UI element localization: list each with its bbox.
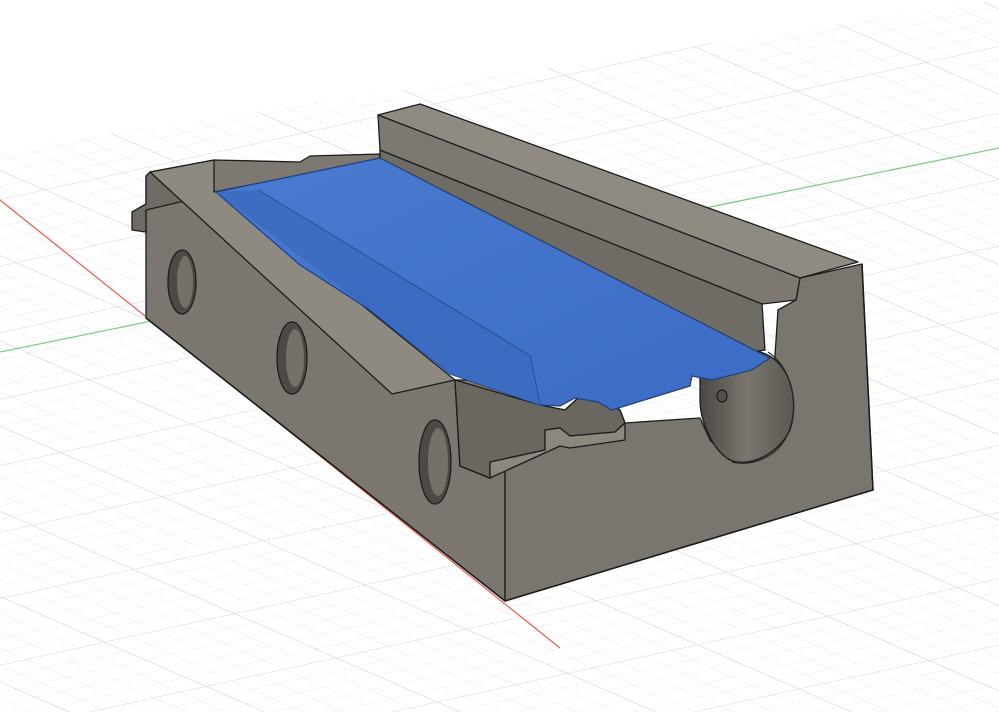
viewport-canvas[interactable] bbox=[0, 0, 999, 712]
pin-hole[interactable] bbox=[716, 389, 728, 403]
through-hole-inner bbox=[286, 329, 304, 387]
through-hole-inner bbox=[428, 428, 448, 496]
through-hole-inner bbox=[177, 256, 193, 308]
3d-viewport[interactable] bbox=[0, 0, 999, 712]
